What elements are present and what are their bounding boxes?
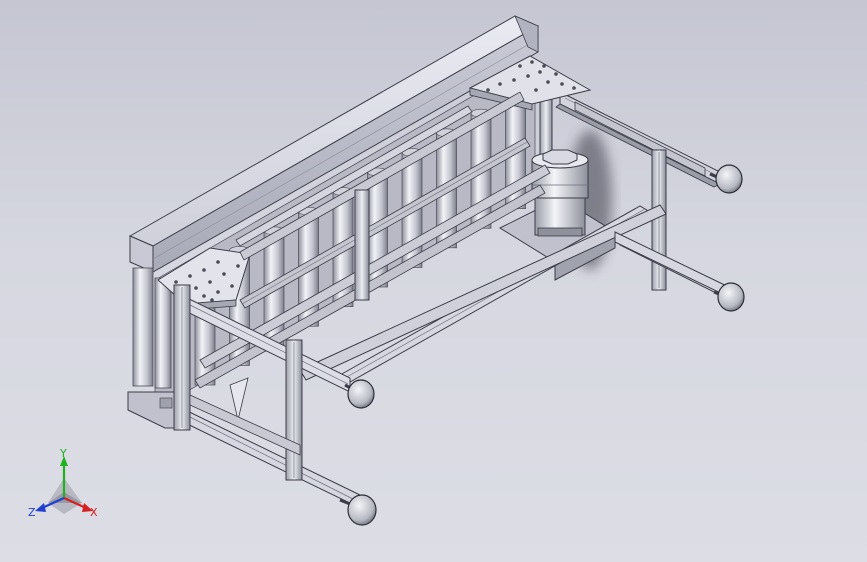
bolt-hole bbox=[560, 82, 564, 86]
bolt-hole bbox=[210, 298, 214, 302]
bolt-hole bbox=[554, 72, 558, 76]
bolt-hole bbox=[222, 272, 226, 276]
y-axis-label: Y bbox=[59, 447, 67, 460]
bolt-hole bbox=[202, 294, 206, 298]
bolt-hole bbox=[202, 268, 206, 272]
bolt-hole bbox=[194, 286, 198, 290]
left-end-rollers bbox=[127, 267, 179, 429]
bolt-hole bbox=[216, 290, 220, 294]
bolt-hole bbox=[208, 280, 212, 284]
bolt-hole bbox=[174, 280, 178, 284]
model-view[interactable]: Y X Z bbox=[0, 0, 867, 562]
x-axis-label: X bbox=[90, 506, 98, 519]
cad-graphics-viewport[interactable]: Y X Z bbox=[0, 0, 867, 562]
bolt-hole bbox=[534, 88, 538, 92]
bolt-hole bbox=[498, 82, 502, 86]
bolt-hole bbox=[216, 260, 220, 264]
bolt-hole bbox=[188, 274, 192, 278]
bolt-hole bbox=[572, 86, 576, 90]
reference-triad: Y X Z bbox=[28, 447, 98, 519]
bolt-hole bbox=[546, 80, 550, 84]
bolt-hole bbox=[526, 74, 530, 78]
bolt-hole bbox=[486, 88, 490, 92]
bolt-hole bbox=[236, 264, 240, 268]
bolt-hole bbox=[542, 64, 546, 68]
z-axis-arrow-icon bbox=[35, 503, 46, 512]
z-axis-label: Z bbox=[28, 506, 36, 519]
bolt-hole bbox=[538, 70, 542, 74]
bolt-hole bbox=[530, 60, 534, 64]
bolt-hole bbox=[512, 78, 516, 82]
bolt-hole bbox=[230, 284, 234, 288]
bolt-hole bbox=[518, 64, 522, 68]
